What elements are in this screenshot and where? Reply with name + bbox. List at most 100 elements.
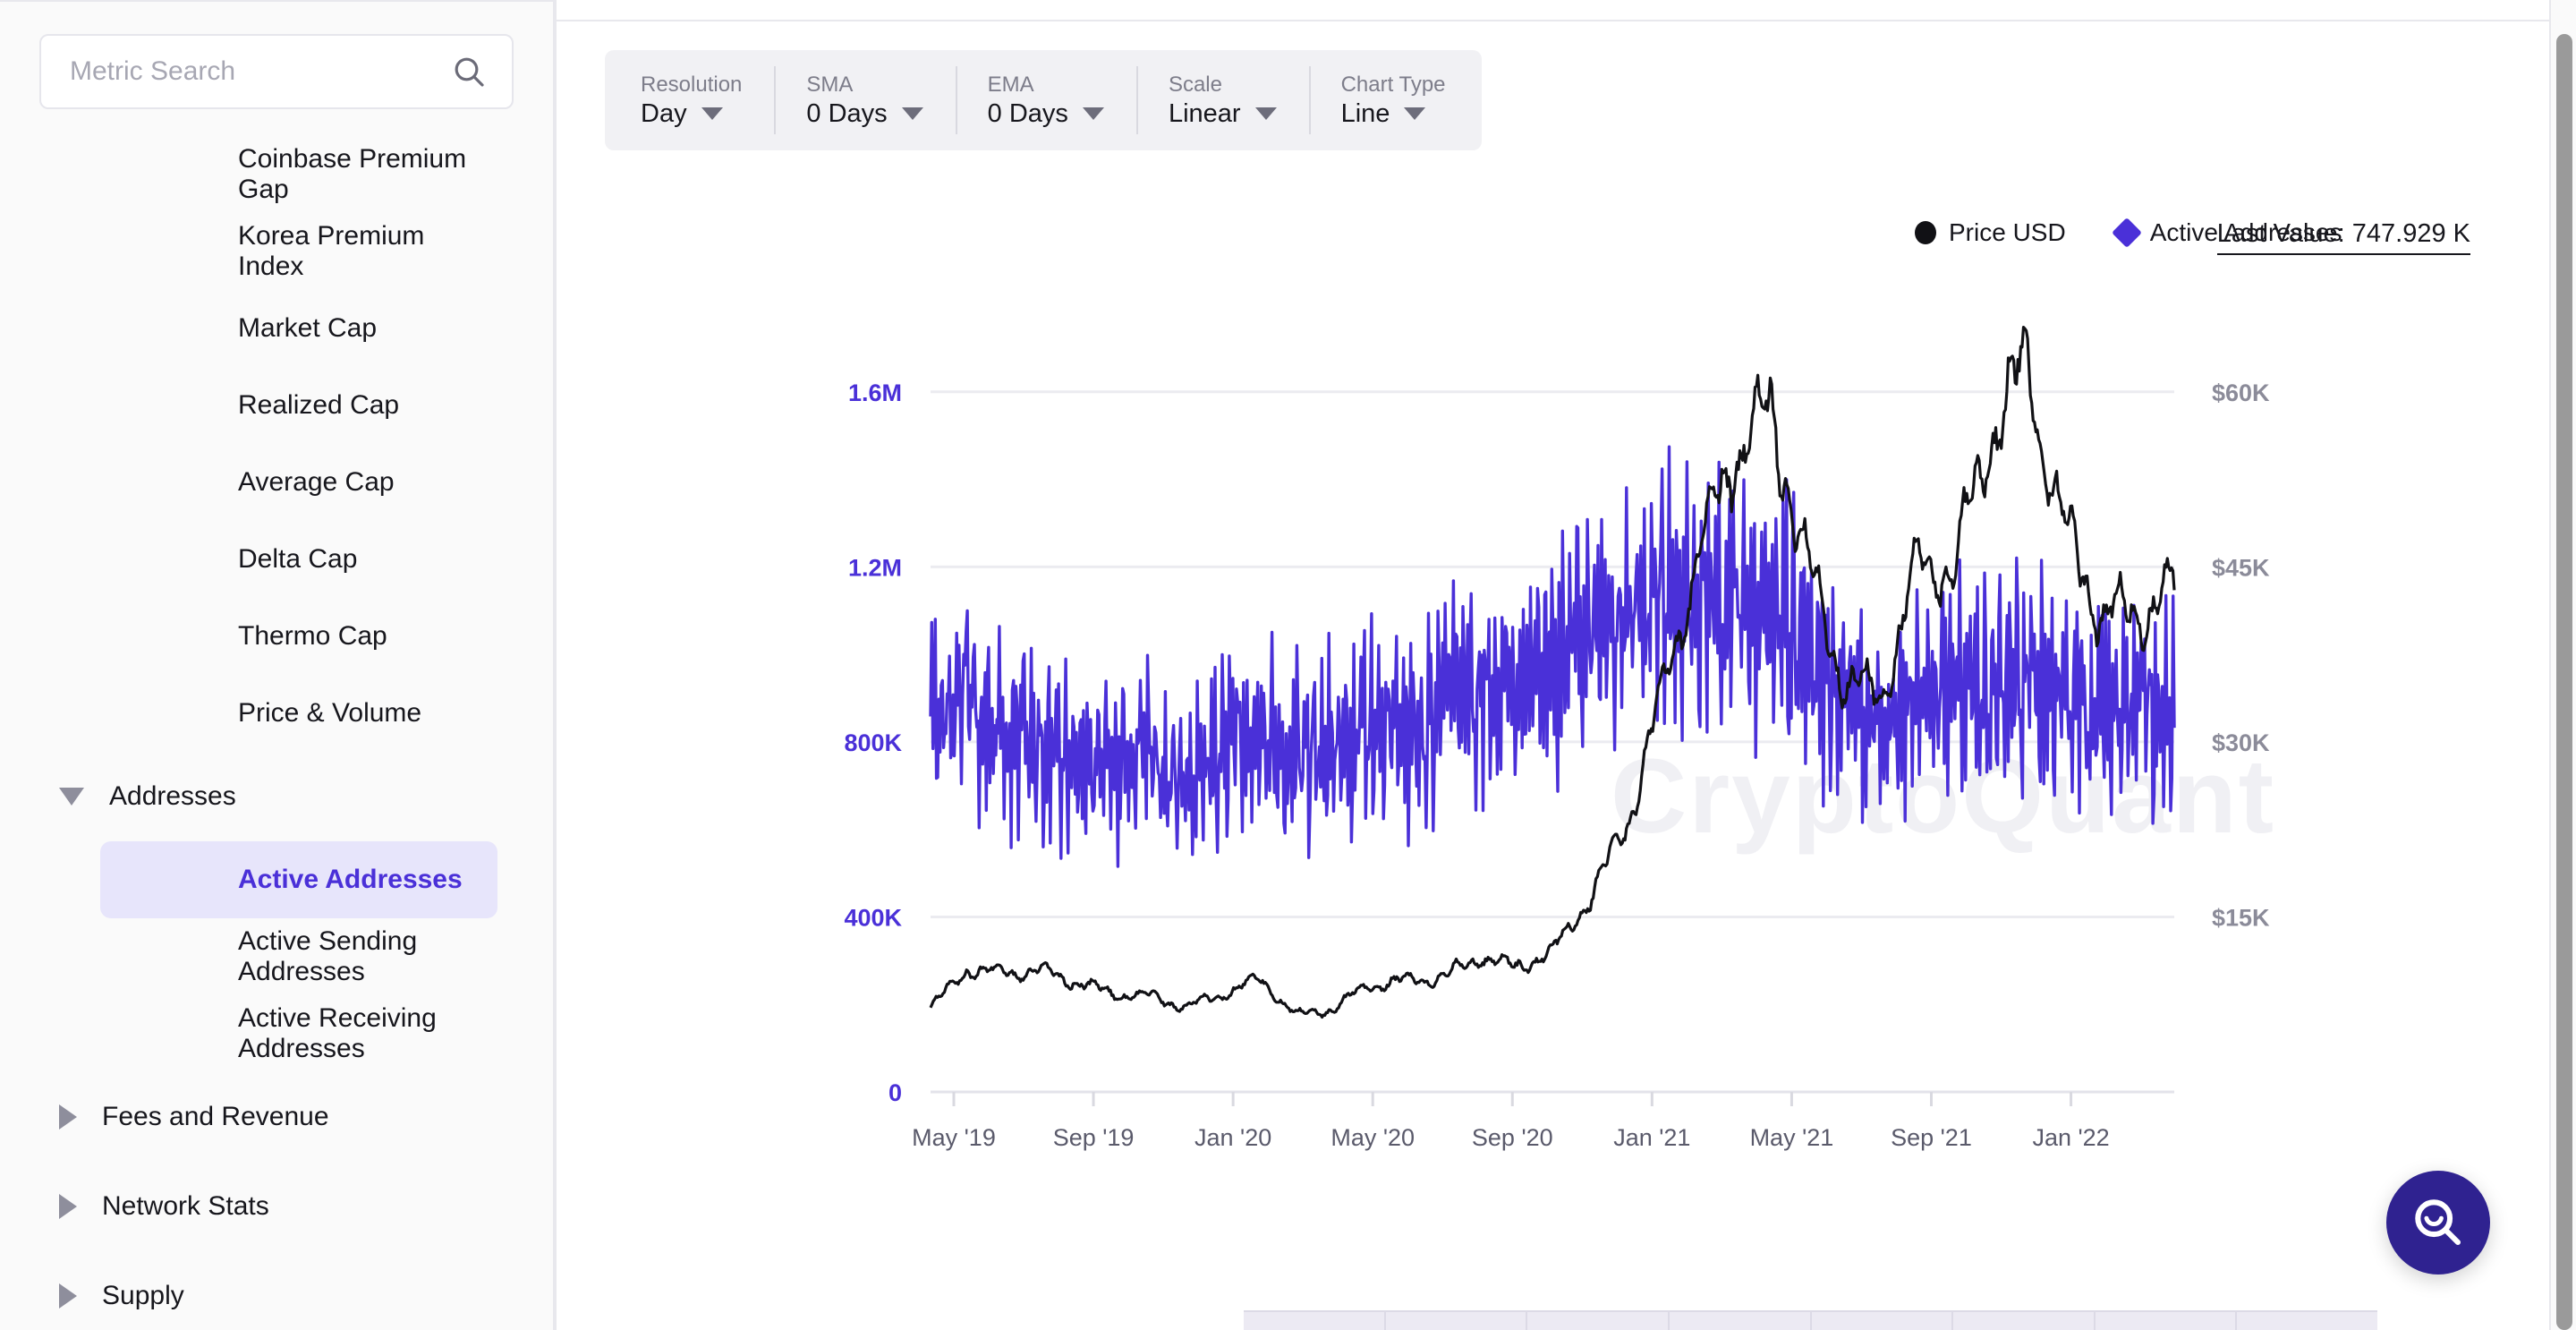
svg-text:May '20: May '20	[1331, 1124, 1415, 1151]
chevron-down-icon	[1082, 107, 1104, 120]
toolbar-chart-type-control[interactable]: Chart Type Line	[1308, 50, 1478, 150]
toolbar-sma-value: 0 Days	[806, 98, 888, 128]
sidebar-group-addresses[interactable]: Addresses	[0, 752, 553, 841]
sidebar-item-label: Active Receiving Addresses	[238, 1003, 437, 1063]
chevron-down-icon	[59, 788, 84, 806]
sidebar-item-korea-premium-index[interactable]: Korea Premium Index	[100, 213, 497, 290]
toolbar-scale-value-row[interactable]: Linear	[1168, 98, 1277, 128]
metric-search-wrapper	[39, 34, 514, 109]
sidebar-group-fees-and-revenue[interactable]: Fees and Revenue	[0, 1072, 553, 1162]
sidebar-group-label: Fees and Revenue	[102, 1102, 329, 1131]
chevron-down-icon	[1254, 107, 1277, 120]
chevron-down-icon	[701, 107, 723, 120]
svg-text:Jan '21: Jan '21	[1613, 1124, 1690, 1151]
sidebar-item-realized-cap[interactable]: Realized Cap	[100, 367, 497, 444]
svg-text:400K: 400K	[844, 904, 902, 931]
svg-text:0: 0	[888, 1079, 902, 1106]
toolbar-chart-type-value-row[interactable]: Line	[1340, 98, 1446, 128]
navigator-segment[interactable]	[1812, 1312, 1954, 1330]
navigator-segment[interactable]	[2237, 1312, 2377, 1330]
svg-text:$15K: $15K	[2212, 904, 2270, 931]
toolbar-scale-value: Linear	[1168, 98, 1241, 128]
help-search-fab[interactable]	[2386, 1171, 2490, 1275]
svg-text:Jan '20: Jan '20	[1194, 1124, 1271, 1151]
navigator-segment[interactable]	[1527, 1312, 1670, 1330]
svg-text:Jan '22: Jan '22	[2032, 1124, 2109, 1151]
chevron-down-icon	[1404, 107, 1426, 120]
chevron-right-icon	[59, 1283, 77, 1309]
toolbar-ema-label: EMA	[987, 72, 1034, 97]
legend-item-price-usd[interactable]: Price USD	[1915, 218, 2066, 247]
toolbar-ema-value-row[interactable]: 0 Days	[987, 98, 1104, 128]
sidebar-item-label: Active Addresses	[238, 865, 463, 894]
app-root: Coinbase Premium Gap Korea Premium Index M…	[0, 0, 2576, 1330]
toolbar-scale-control[interactable]: Scale Linear	[1135, 50, 1309, 150]
sidebar-item-average-cap[interactable]: Average Cap	[100, 444, 497, 521]
diamond-marker-icon	[2111, 217, 2142, 248]
sidebar-top-divider	[0, 0, 553, 2]
panel-top-bar	[555, 0, 2576, 21]
page-scrollbar-track[interactable]	[2549, 0, 2576, 1330]
navigator-segment[interactable]	[1953, 1312, 2096, 1330]
sidebar-item-active-sending-addresses[interactable]: Active Sending Addresses	[100, 918, 497, 995]
svg-text:Sep '19: Sep '19	[1053, 1124, 1135, 1151]
sidebar-group-label: Supply	[102, 1281, 184, 1310]
legend-label: Price USD	[1949, 218, 2066, 246]
sidebar-item-price-volume[interactable]: Price & Volume	[100, 675, 497, 752]
toolbar-chart-type-value: Line	[1340, 98, 1390, 128]
metric-sidebar: Coinbase Premium Gap Korea Premium Index M…	[0, 0, 555, 1330]
sidebar-item-label: Coinbase Premium Gap	[238, 144, 467, 204]
navigator-segment[interactable]	[1244, 1312, 1386, 1330]
toolbar-sma-label: SMA	[806, 72, 854, 97]
toolbar-sma-control[interactable]: SMA 0 Days	[774, 50, 955, 150]
chart-toolbar: Resolution Day SMA 0 Days EMA 0 Days Scale Line…	[605, 50, 1482, 150]
toolbar-resolution-value-row[interactable]: Day	[641, 98, 742, 128]
toolbar-resolution-value: Day	[641, 98, 687, 128]
last-value-label[interactable]: Last Value: 747.929 K	[2216, 219, 2470, 255]
navigator-segment[interactable]	[1386, 1312, 1528, 1330]
svg-text:800K: 800K	[844, 729, 902, 756]
sidebar-group-network-stats[interactable]: Network Stats	[0, 1162, 553, 1251]
toolbar-resolution-control[interactable]: Resolution Day	[608, 50, 774, 150]
toolbar-ema-control[interactable]: EMA 0 Days	[955, 50, 1136, 150]
toolbar-ema-value: 0 Days	[987, 98, 1068, 128]
chevron-right-icon	[59, 1104, 77, 1130]
circle-marker-icon	[1915, 221, 1936, 244]
svg-text:$60K: $60K	[2212, 379, 2270, 406]
metric-search-box[interactable]	[39, 34, 514, 109]
price-and-active-addresses-chart[interactable]: 0 400K 800K 1.2M 1.6M $15K $30K $45K $60K May '19…	[555, 269, 2576, 1271]
sidebar-item-label: Active Sending Addresses	[238, 926, 418, 986]
metric-nav-list: Coinbase Premium Gap Korea Premium Index M…	[0, 136, 553, 1330]
page-scrollbar-thumb[interactable]	[2556, 34, 2572, 1330]
svg-text:$45K: $45K	[2212, 554, 2270, 581]
svg-text:1.6M: 1.6M	[848, 379, 902, 406]
svg-text:$30K: $30K	[2212, 729, 2270, 756]
sidebar-item-label: Korea Premium Index	[238, 221, 425, 281]
svg-text:Sep '21: Sep '21	[1891, 1124, 1972, 1151]
sidebar-item-coinbase-premium-gap[interactable]: Coinbase Premium Gap	[100, 136, 497, 213]
search-input[interactable]	[70, 56, 451, 87]
toolbar-scale-label: Scale	[1168, 72, 1222, 97]
sidebar-group-label: Network Stats	[102, 1191, 269, 1221]
toolbar-resolution-label: Resolution	[641, 72, 743, 97]
chart-panel: Resolution Day SMA 0 Days EMA 0 Days Scale Line…	[555, 0, 2576, 1330]
sidebar-item-active-addresses[interactable]: Active Addresses	[100, 841, 497, 918]
toolbar-sma-value-row[interactable]: 0 Days	[806, 98, 923, 128]
sidebar-item-delta-cap[interactable]: Delta Cap	[100, 521, 497, 598]
sidebar-item-label: Delta Cap	[238, 544, 358, 574]
range-navigator[interactable]	[1244, 1310, 2377, 1330]
sidebar-item-label: Realized Cap	[238, 390, 400, 420]
navigator-segment[interactable]	[1670, 1312, 1812, 1330]
sidebar-item-active-receiving-addresses[interactable]: Active Receiving Addresses	[100, 995, 497, 1072]
sidebar-item-market-cap[interactable]: Market Cap	[100, 290, 497, 367]
chart-canvas[interactable]: 0 400K 800K 1.2M 1.6M $15K $30K $45K $60K May '19…	[555, 269, 2576, 1271]
sidebar-group-supply[interactable]: Supply	[0, 1251, 553, 1330]
navigator-segment[interactable]	[2096, 1312, 2238, 1330]
chevron-down-icon	[901, 107, 923, 120]
toolbar-chart-type-label: Chart Type	[1340, 72, 1446, 97]
svg-text:Sep '20: Sep '20	[1472, 1124, 1553, 1151]
svg-text:May '21: May '21	[1750, 1124, 1834, 1151]
sidebar-item-thermo-cap[interactable]: Thermo Cap	[100, 598, 497, 675]
sidebar-item-label: Price & Volume	[238, 698, 422, 728]
svg-text:May '19: May '19	[912, 1124, 996, 1151]
